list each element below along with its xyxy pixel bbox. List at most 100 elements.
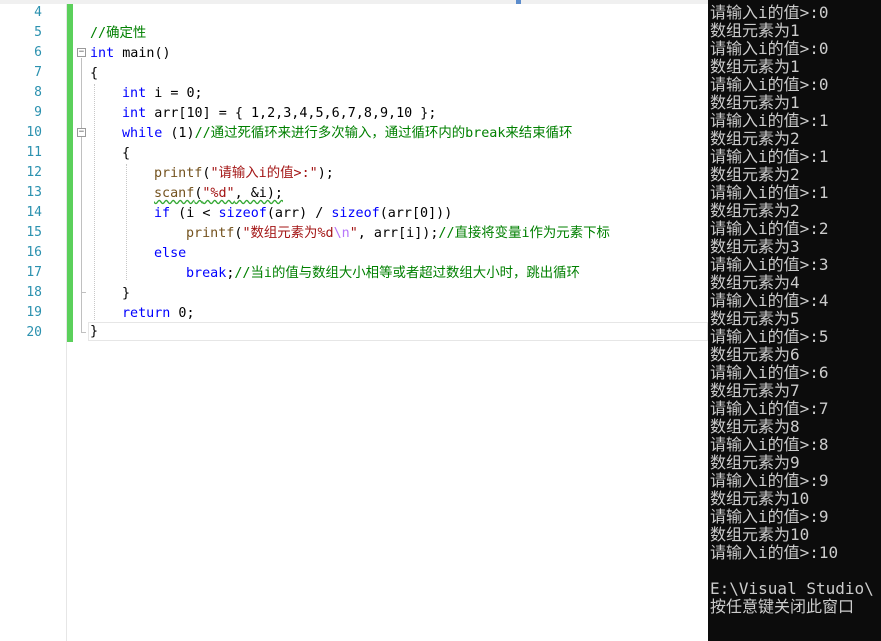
line-number: 7 xyxy=(34,65,42,80)
line-number: 10 xyxy=(26,125,42,140)
console-line: 请输入i的值>:4 xyxy=(710,291,829,310)
function-name: scanf xyxy=(154,186,195,201)
code-line-20[interactable]: } xyxy=(90,322,98,342)
fold-toggle-icon[interactable]: − xyxy=(77,128,86,137)
console-line: E:\Visual Studio\ xyxy=(710,579,874,598)
console-line: 请输入i的值>:0 xyxy=(710,39,829,58)
console-line: 数组元素为5 xyxy=(710,309,800,328)
console-line: 请输入i的值>:1 xyxy=(710,111,829,130)
code-line-7[interactable]: { xyxy=(90,64,98,84)
fold-toggle-icon[interactable]: − xyxy=(77,48,86,57)
code-line-6[interactable]: int main() xyxy=(90,44,171,64)
string-literal: " xyxy=(349,226,358,241)
code-line-8[interactable]: int i = 0; xyxy=(122,84,203,104)
code-line-15[interactable]: printf("数组元素为%d\n", arr[i]);//直接将变量i作为元素… xyxy=(186,224,610,244)
line-number: 8 xyxy=(34,85,42,100)
code-text: (arr) / xyxy=(266,206,332,221)
line-number: 9 xyxy=(34,105,42,120)
console-line: 数组元素为3 xyxy=(710,237,800,256)
code-text: i = 0; xyxy=(146,86,203,101)
code-text: , arr[i]); xyxy=(357,226,439,241)
console-line: 数组元素为8 xyxy=(710,417,800,436)
console-line: 请输入i的值>:8 xyxy=(710,435,829,454)
line-number: 4 xyxy=(34,5,42,20)
console-line: 请输入i的值>:0 xyxy=(710,3,829,22)
console-line: 请输入i的值>:1 xyxy=(710,147,829,166)
change-indicator-bar xyxy=(67,4,73,342)
code-text: } xyxy=(122,286,131,301)
comment: //当i的值与数组大小相等或者超过数组大小时，跳出循环 xyxy=(234,266,580,281)
line-number: 15 xyxy=(26,225,42,240)
line-number: 5 xyxy=(34,25,42,40)
editor-top-scroll-strip xyxy=(0,0,708,4)
code-line-11[interactable]: { xyxy=(122,144,130,164)
keyword: sizeof xyxy=(331,206,380,221)
code-line-10[interactable]: while (1)//通过死循环来进行多次输入，通过循环内的break来结束循环 xyxy=(122,124,572,144)
comment: //确定性 xyxy=(90,26,147,41)
keyword: sizeof xyxy=(218,206,267,221)
code-editor[interactable]: 4 5 6 7 8 9 10 11 12 13 14 15 16 17 18 1… xyxy=(0,0,708,641)
code-line-17[interactable]: break;//当i的值与数组大小相等或者超过数组大小时，跳出循环 xyxy=(186,264,580,284)
code-line-5[interactable]: //确定性 xyxy=(90,24,146,44)
string-literal: "数组元素为%d xyxy=(242,226,334,241)
keyword: if xyxy=(154,206,171,221)
function-name: printf xyxy=(186,226,235,241)
console-line: 数组元素为10 xyxy=(710,525,810,544)
code-text: 0; xyxy=(170,306,195,321)
keyword: return xyxy=(122,306,171,321)
console-line: 按任意键关闭此窗口 xyxy=(710,597,855,616)
console-line: 请输入i的值>:10 xyxy=(710,543,839,562)
code-line-12[interactable]: printf("请输入i的值>:"); xyxy=(154,164,334,184)
keyword: break xyxy=(186,266,227,281)
console-line: 数组元素为1 xyxy=(710,93,800,112)
line-number-gutter: 4 5 6 7 8 9 10 11 12 13 14 15 16 17 18 1… xyxy=(0,4,67,641)
console-line: 请输入i的值>:2 xyxy=(710,219,829,238)
console-line: 请输入i的值>:0 xyxy=(710,75,829,94)
code-line-9[interactable]: int arr[10] = { 1,2,3,4,5,6,7,8,9,10 }; xyxy=(122,104,436,124)
line-number: 6 xyxy=(34,45,42,60)
code-text: (i < xyxy=(170,206,219,221)
console-line: 数组元素为2 xyxy=(710,201,800,220)
line-number: 17 xyxy=(26,265,42,280)
code-line-19[interactable]: return 0; xyxy=(122,304,195,324)
console-line: 数组元素为7 xyxy=(710,381,800,400)
fold-end-marker xyxy=(81,332,86,333)
code-text: , &i); xyxy=(234,186,283,201)
code-text: (1) xyxy=(162,126,195,141)
code-text: { xyxy=(122,146,131,161)
code-line-13[interactable]: scanf("%d", &i); xyxy=(154,184,283,204)
console-line: 数组元素为6 xyxy=(710,345,800,364)
code-text: (arr[0])) xyxy=(379,206,453,221)
code-line-16[interactable]: else xyxy=(154,244,186,264)
code-text: ); xyxy=(317,166,334,181)
function-name: printf xyxy=(154,166,203,181)
line-number: 13 xyxy=(26,185,42,200)
console-line: 数组元素为9 xyxy=(710,453,800,472)
comment: //直接将变量i作为元素下标 xyxy=(438,226,610,241)
escape-sequence: \n xyxy=(333,226,350,241)
console-line: 请输入i的值>:1 xyxy=(710,183,829,202)
line-number: 11 xyxy=(26,145,42,160)
indent-guide xyxy=(126,164,127,280)
scroll-position-marker xyxy=(516,0,521,4)
code-line-18[interactable]: } xyxy=(122,284,130,304)
comment: //通过死循环来进行多次输入，通过循环内的break来结束循环 xyxy=(194,126,573,141)
indent-guide xyxy=(94,84,95,320)
code-text: } xyxy=(90,324,99,339)
string-literal: "%d" xyxy=(202,186,235,201)
console-window[interactable]: 请输入i的值>:0 数组元素为1 请输入i的值>:0 数组元素为1 请输入i的值… xyxy=(708,0,881,641)
console-line: 请输入i的值>:3 xyxy=(710,255,829,274)
code-line-14[interactable]: if (i < sizeof(arr) / sizeof(arr[0])) xyxy=(154,204,452,224)
keyword: else xyxy=(154,246,187,261)
console-line: 数组元素为4 xyxy=(710,273,800,292)
keyword: while xyxy=(122,126,163,141)
keyword: int xyxy=(122,86,147,101)
console-line: 数组元素为1 xyxy=(710,57,800,76)
console-line: 请输入i的值>:6 xyxy=(710,363,829,382)
console-line: 请输入i的值>:9 xyxy=(710,507,829,526)
console-line: 请输入i的值>:9 xyxy=(710,471,829,490)
keyword: int xyxy=(90,46,115,61)
fold-line xyxy=(81,58,82,332)
line-number: 12 xyxy=(26,165,42,180)
console-line: 请输入i的值>:7 xyxy=(710,399,829,418)
